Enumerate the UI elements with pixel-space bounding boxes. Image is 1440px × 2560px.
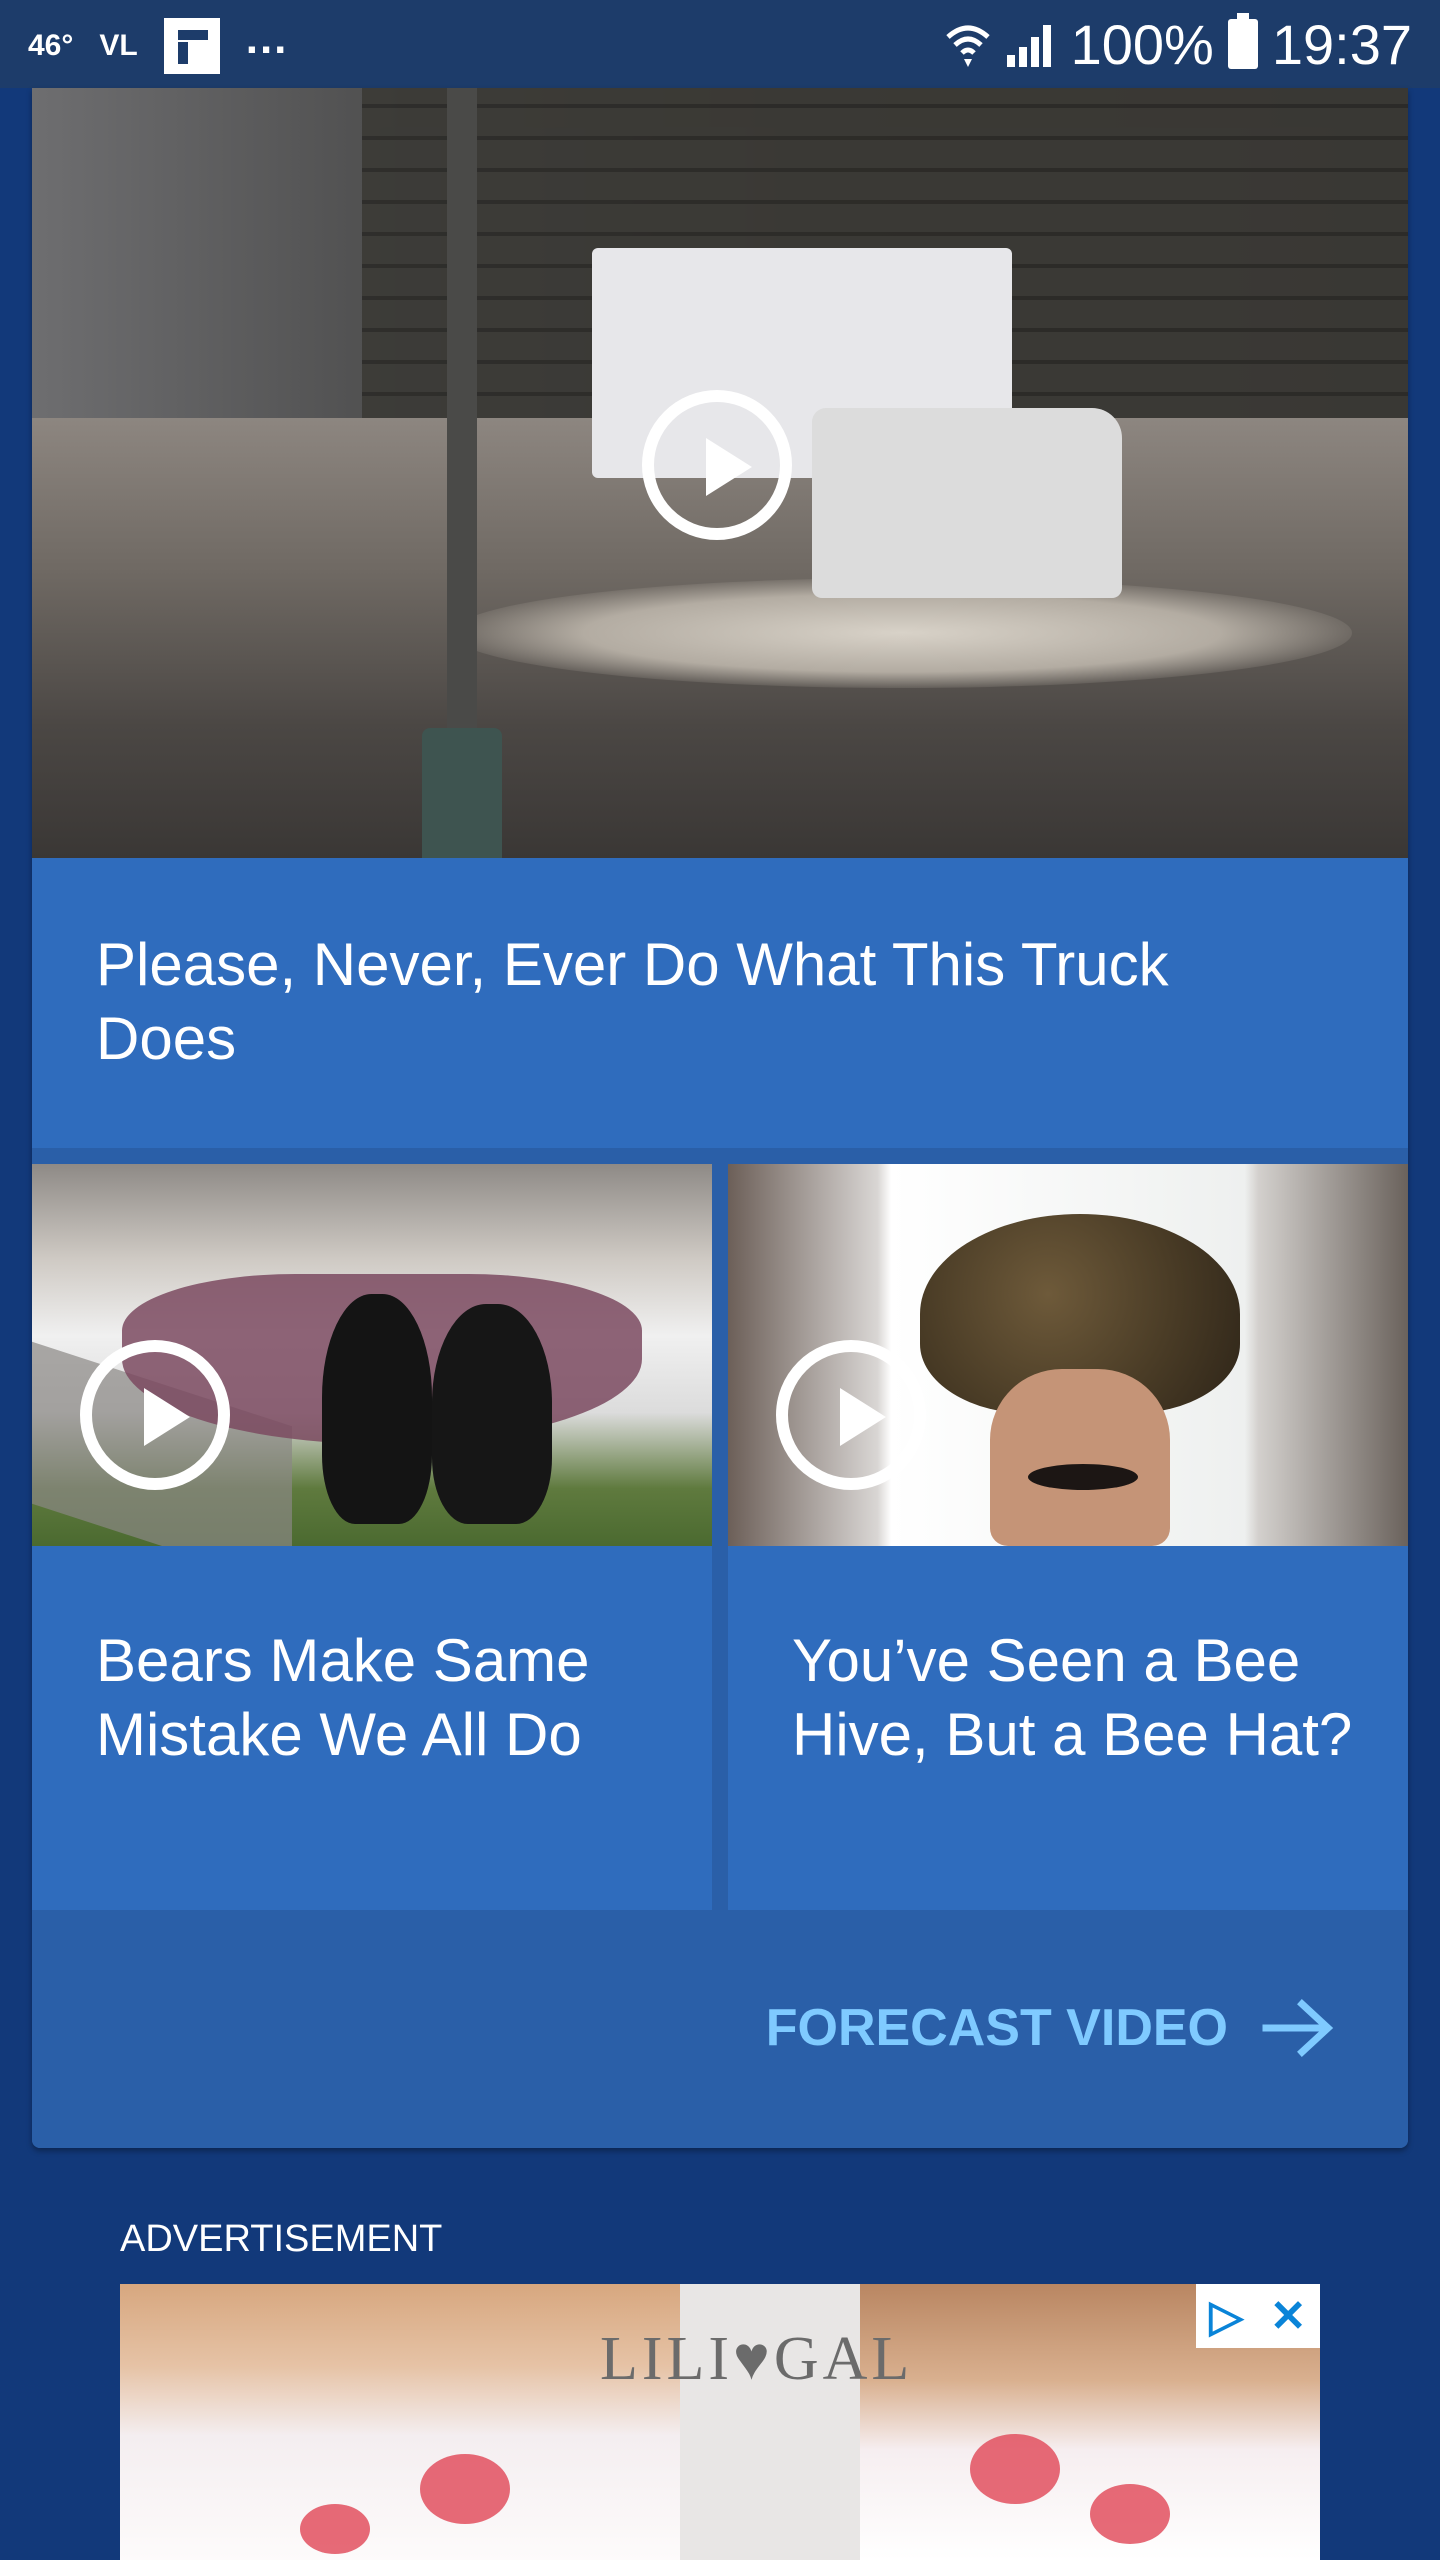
advertisement-banner[interactable]: LILI♥GAL ▷ ✕	[120, 2284, 1320, 2560]
clock: 19:37	[1271, 12, 1412, 76]
ad-model-image	[120, 2284, 680, 2560]
battery-percent: 100%	[1070, 12, 1214, 76]
ad-flower	[1090, 2484, 1170, 2544]
hero-video-title[interactable]: Please, Never, Ever Do What This Truck D…	[96, 928, 1296, 1076]
play-icon[interactable]	[776, 1340, 926, 1490]
bee-hat-video-thumbnail[interactable]	[728, 1164, 1408, 1546]
ad-flower	[300, 2504, 370, 2554]
status-bar: 46° VL ... 100% 19:37	[0, 0, 1440, 88]
thumbnail-pole	[447, 88, 477, 828]
arrow-right-icon[interactable]	[1262, 1998, 1334, 2058]
adchoices-icon[interactable]: ▷	[1209, 2291, 1243, 2342]
hero-video-thumbnail[interactable]	[32, 88, 1408, 858]
divider	[32, 1148, 1408, 1164]
bee-hat-video-title[interactable]: You’ve Seen a Bee Hive, But a Bee Hat?	[792, 1624, 1372, 1772]
battery-icon	[1227, 13, 1258, 69]
forecast-video-link[interactable]: FORECAST VIDEO	[766, 1998, 1334, 2058]
signal-icon	[1006, 25, 1051, 67]
play-icon[interactable]	[80, 1340, 230, 1490]
thumbnail-bear	[432, 1304, 552, 1524]
ad-flower	[420, 2454, 510, 2524]
wifi-icon	[945, 25, 990, 67]
weather-temperature: 46°	[28, 29, 74, 62]
advertisement-label: ADVERTISEMENT	[120, 2218, 443, 2260]
thumbnail-mustache	[1028, 1464, 1138, 1490]
forecast-video-label[interactable]: FORECAST VIDEO	[766, 1998, 1228, 2058]
flipboard-icon	[163, 18, 220, 74]
thumbnail-face	[990, 1369, 1170, 1546]
play-icon[interactable]	[642, 390, 792, 540]
bears-video-thumbnail[interactable]	[32, 1164, 712, 1546]
thumbnail-truck-cab	[812, 408, 1122, 598]
ad-controls: ▷ ✕	[1196, 2284, 1320, 2348]
video-card: Please, Never, Ever Do What This Truck D…	[32, 88, 1408, 2148]
video-tile-bee-hat[interactable]: You’ve Seen a Bee Hive, But a Bee Hat?	[728, 1164, 1408, 1910]
bears-video-title[interactable]: Bears Make Same Mistake We All Do	[96, 1624, 676, 1772]
ad-brand-logo: LILI♥GAL	[600, 2325, 914, 2393]
card-footer: FORECAST VIDEO	[32, 1910, 1408, 2148]
thumbnail-pole-base	[422, 728, 502, 858]
thumbnail-bear	[322, 1294, 432, 1524]
hero-caption[interactable]: Please, Never, Ever Do What This Truck D…	[32, 858, 1408, 1148]
carrier-label: VL	[99, 29, 138, 62]
video-tile-bears[interactable]: Bears Make Same Mistake We All Do	[32, 1164, 712, 1910]
close-icon[interactable]: ✕	[1270, 2291, 1307, 2342]
more-notifications-icon: ...	[245, 14, 289, 63]
ad-flower	[970, 2434, 1060, 2504]
